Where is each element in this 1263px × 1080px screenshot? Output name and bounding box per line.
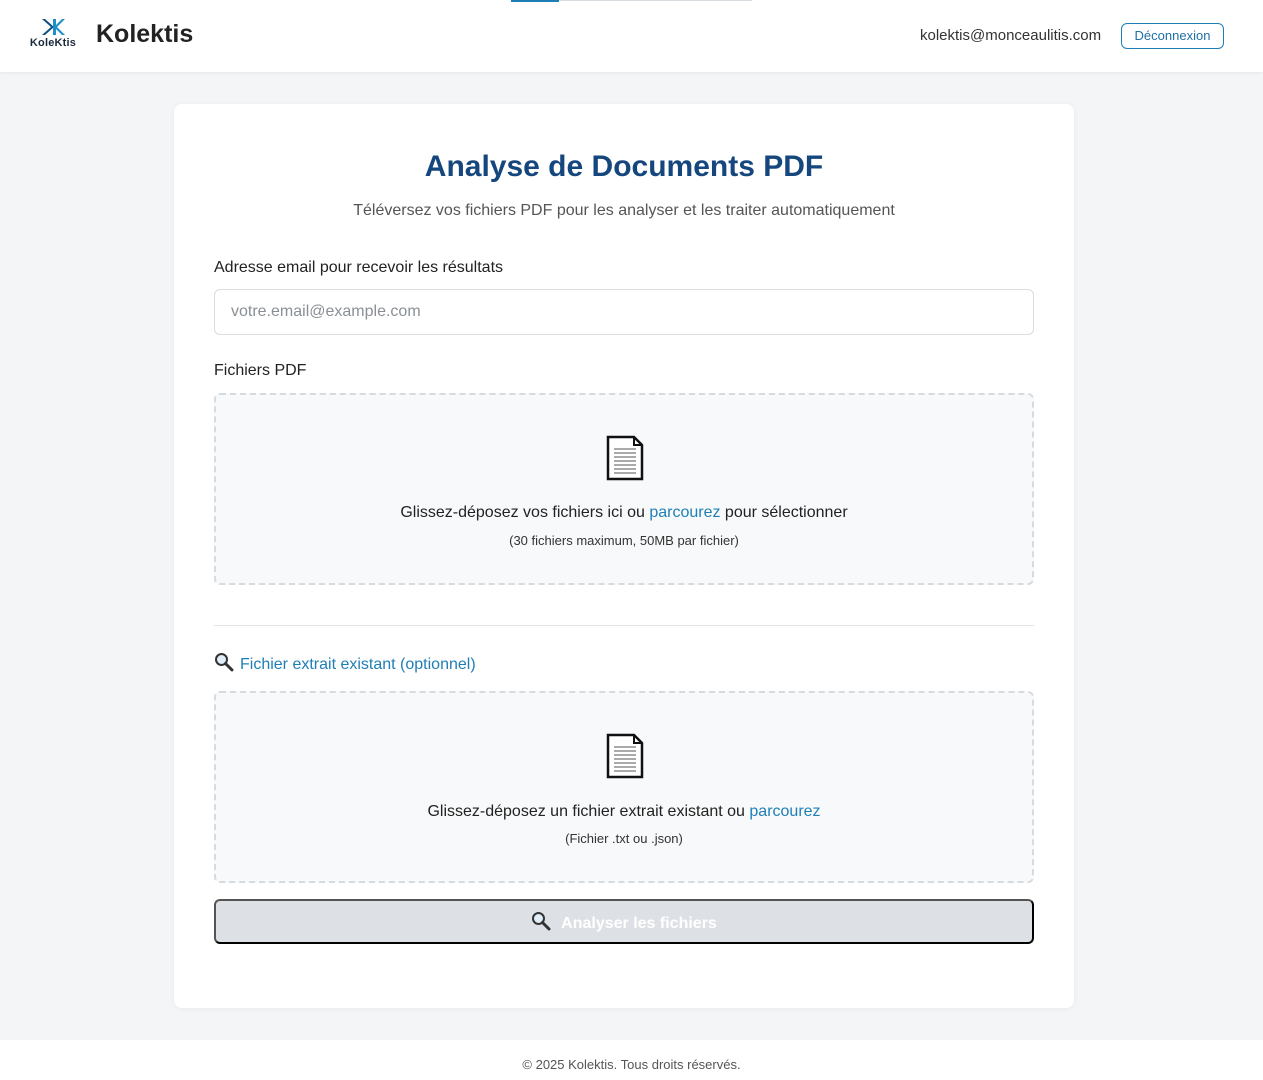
page-title: Analyse de Documents PDF (424, 150, 824, 183)
page-subtitle: Téléversez vos fichiers PDF pour les ana… (353, 202, 895, 219)
pdf-browse-link[interactable]: parcourez (649, 504, 720, 521)
analyze-files-label: Analyser les fichiers (561, 915, 717, 932)
logo-text: KoleKtis (29, 37, 77, 49)
kolektis-logo[interactable]: KoleKtis (28, 18, 78, 54)
email-label: Adresse email pour recevoir les résultat… (214, 259, 504, 276)
app-name: Kolektis (96, 20, 194, 48)
analyze-files-button[interactable]: Analyser les fichiers (214, 899, 1034, 944)
upload-card: Analyse de Documents PDF Téléversez vos … (174, 104, 1074, 1008)
pdf-dropzone[interactable]: Glissez-déposez vos fichiers ici ou parc… (214, 393, 1034, 585)
page-footer: © 2025 Kolektis. Tous droits réservés. (0, 1040, 1263, 1080)
app-header: KoleKtis Kolektis kolektis@monceaulitis.… (0, 0, 1263, 72)
extract-dropzone-text: Glissez-déposez un fichier extrait exist… (427, 803, 821, 820)
extract-browse-link[interactable]: parcourez (749, 803, 820, 820)
magnifier-icon (215, 653, 234, 672)
kolektis-logo-icon (42, 19, 65, 35)
pdf-files-label: Fichiers PDF (214, 362, 307, 379)
copyright-text: © 2025 Kolektis. Tous droits réservés. (522, 1057, 741, 1072)
pdf-dropzone-hint: (30 fichiers maximum, 50MB par fichier) (509, 533, 739, 548)
magnifier-icon (532, 912, 551, 931)
pdf-dropzone-text: Glissez-déposez vos fichiers ici ou parc… (400, 504, 848, 521)
existing-extract-label: Fichier extrait existant (optionnel) (240, 656, 476, 673)
existing-extract-toggle[interactable]: Fichier extrait existant (optionnel) (214, 652, 476, 674)
logout-button[interactable]: Déconnexion (1121, 23, 1224, 49)
extract-dropzone[interactable]: Glissez-déposez un fichier extrait exist… (214, 691, 1034, 883)
document-icon (606, 733, 644, 779)
user-email: kolektis@monceaulitis.com (920, 27, 1102, 44)
top-progress-bar (511, 0, 752, 2)
extract-dropzone-hint: (Fichier .txt ou .json) (565, 831, 683, 846)
email-input[interactable] (214, 289, 1034, 335)
section-divider (214, 625, 1034, 626)
document-icon (606, 435, 644, 481)
